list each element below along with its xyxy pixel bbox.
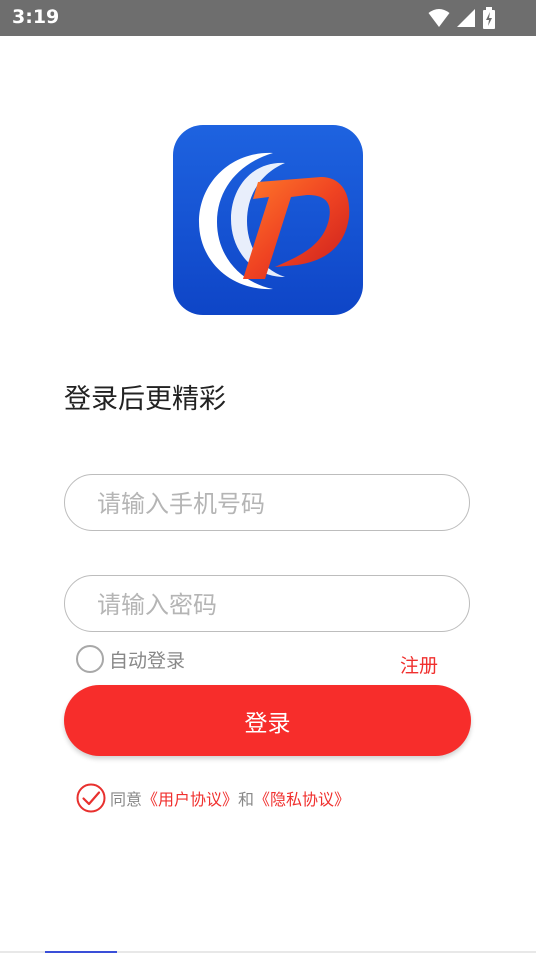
phone-input[interactable] <box>95 475 439 532</box>
auto-login-label: 自动登录 <box>109 649 186 672</box>
status-time: 3:19 <box>12 6 60 28</box>
auto-login-checkbox[interactable]: 自动登录 <box>76 645 185 673</box>
page-headline: 登录后更精彩 <box>64 384 226 415</box>
battery-icon <box>483 7 495 29</box>
password-field[interactable] <box>64 575 470 633</box>
status-bar: 3:19 <box>0 0 536 36</box>
agree-conjunction: 和 <box>238 790 255 809</box>
status-icons <box>428 7 496 29</box>
agreement-checkbox-icon[interactable] <box>76 783 106 813</box>
user-agreement-link[interactable]: 《用户协议》 <box>142 786 238 810</box>
app-logo <box>173 125 363 315</box>
privacy-policy-link[interactable]: 《隐私协议》 <box>254 786 350 810</box>
register-link[interactable]: 注册 <box>400 651 438 678</box>
signal-icon <box>457 9 475 27</box>
agreement-row: 同意 《用户协议》 和 《隐私协议》 <box>76 783 350 813</box>
phone-field[interactable] <box>64 474 470 532</box>
wifi-icon <box>428 9 450 27</box>
password-input[interactable] <box>95 576 439 633</box>
agree-prefix: 同意 <box>110 790 143 809</box>
login-button[interactable]: 登录 <box>64 685 471 756</box>
auto-login-radio-icon[interactable] <box>76 645 104 673</box>
